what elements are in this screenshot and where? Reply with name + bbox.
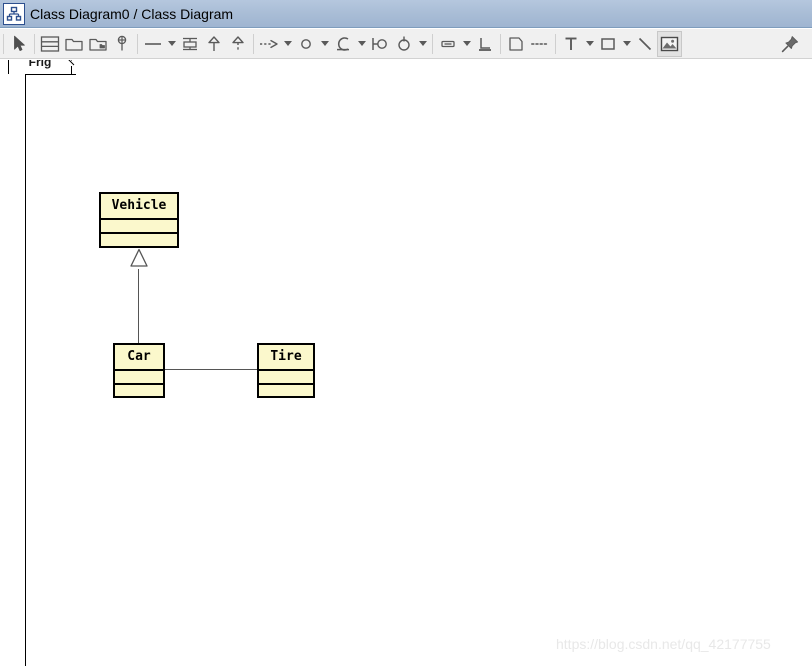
text-dropdown-caret-icon[interactable] [583, 31, 596, 57]
interface-realize-icon[interactable] [178, 31, 202, 57]
note-icon[interactable] [504, 31, 528, 57]
uml-class-attributes-compartment[interactable] [259, 371, 313, 385]
uml-class-name: Vehicle [101, 194, 177, 220]
port-icon[interactable] [110, 31, 134, 57]
lollipop-dropdown-caret-icon[interactable] [416, 31, 429, 57]
interface-dropdown-caret-icon[interactable] [318, 31, 331, 57]
toolbar-separator [555, 33, 556, 54]
window-title: Class Diagram0 / Class Diagram [30, 5, 234, 22]
note-link-icon[interactable] [528, 31, 552, 57]
generalization-icon[interactable] [202, 31, 226, 57]
tab-slant-edge [58, 60, 80, 75]
dependency-icon[interactable] [257, 31, 281, 57]
tab-strip: Frig [0, 60, 812, 75]
line-icon[interactable] [633, 31, 657, 57]
generalization-triangle-icon [129, 248, 149, 275]
class-icon[interactable] [38, 31, 62, 57]
pin-icon[interactable] [778, 31, 802, 57]
uml-class-tire[interactable]: Tire [257, 343, 315, 398]
toolbar-separator [34, 33, 35, 54]
uml-class-attributes-compartment[interactable] [101, 220, 177, 234]
diagram-canvas[interactable]: Vehicle Car Tire [25, 74, 812, 666]
association-dropdown-caret-icon[interactable] [165, 31, 178, 57]
rectangle-icon[interactable] [596, 31, 620, 57]
toolbar-separator [253, 33, 254, 54]
generalization-stem[interactable] [138, 269, 139, 343]
toolbar-separator [137, 33, 138, 54]
uml-class-vehicle[interactable]: Vehicle [99, 192, 179, 248]
uml-class-operations-compartment[interactable] [115, 385, 163, 399]
class-diagram-icon [3, 2, 25, 25]
circle-icon[interactable] [294, 31, 318, 57]
uml-class-operations-compartment[interactable] [101, 234, 177, 248]
uml-class-name: Tire [259, 345, 313, 371]
association-icon[interactable] [141, 31, 165, 57]
uml-class-attributes-compartment[interactable] [115, 371, 163, 385]
uml-class-name: Car [115, 345, 163, 371]
pointer-icon[interactable] [7, 31, 31, 57]
lollipop-socket-icon[interactable] [392, 31, 416, 57]
association-line[interactable] [165, 369, 257, 370]
toolbar [0, 29, 812, 59]
toolbar-separator [3, 33, 4, 54]
lollipop-provided-icon[interactable] [368, 31, 392, 57]
socket-icon[interactable] [331, 31, 355, 57]
title-bar: Class Diagram0 / Class Diagram [0, 0, 812, 28]
watermark: https://blog.csdn.net/qq_42177755 [556, 636, 771, 652]
toolbar-separator [432, 33, 433, 54]
toolbar-separator [500, 33, 501, 54]
slot-icon[interactable] [436, 31, 460, 57]
rectangle-dropdown-caret-icon[interactable] [620, 31, 633, 57]
anchor-icon[interactable] [473, 31, 497, 57]
dependency-dropdown-caret-icon[interactable] [281, 31, 294, 57]
slot-dropdown-caret-icon[interactable] [460, 31, 473, 57]
socket-dropdown-caret-icon[interactable] [355, 31, 368, 57]
image-icon[interactable] [657, 30, 682, 57]
uml-class-operations-compartment[interactable] [259, 385, 313, 399]
uml-class-car[interactable]: Car [113, 343, 165, 398]
text-icon[interactable] [559, 31, 583, 57]
tab-diagram-label: Frig [28, 60, 52, 69]
package-icon[interactable] [62, 31, 86, 57]
dashed-generalization-icon[interactable] [226, 31, 250, 57]
subsystem-icon[interactable] [86, 31, 110, 57]
